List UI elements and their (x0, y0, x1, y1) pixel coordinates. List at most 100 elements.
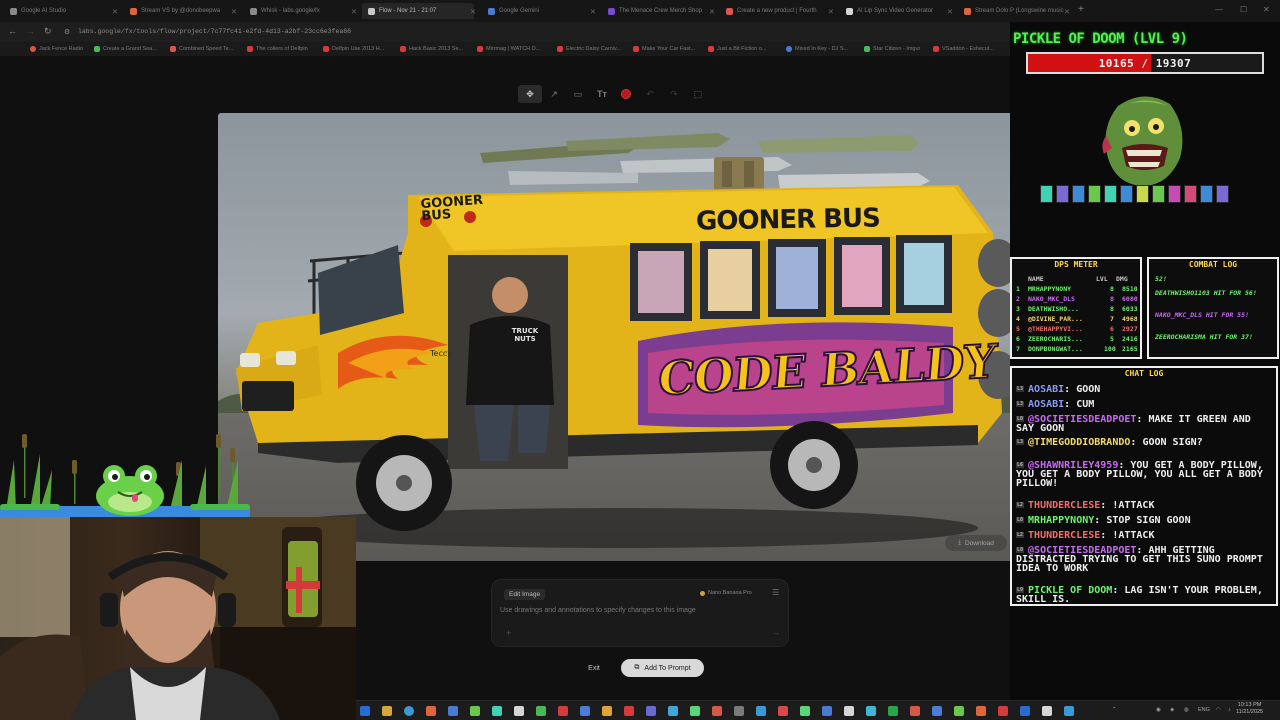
new-tab-icon[interactable]: + (1078, 4, 1084, 15)
taskbar-app-icon[interactable] (514, 706, 524, 716)
bookmark[interactable]: The coilers of Delfpin (247, 46, 308, 52)
close-icon[interactable]: ✕ (112, 8, 118, 16)
bookmark[interactable]: Electric Daisy Carniv... (557, 46, 621, 52)
language-indicator[interactable]: ENG (1198, 707, 1210, 713)
taskbar-app-icon[interactable] (448, 706, 458, 716)
crop-tool-button[interactable]: ⬚ (686, 85, 710, 103)
add-icon[interactable]: + (506, 628, 511, 638)
tray-app-icon[interactable]: ◍ (1184, 707, 1189, 713)
select-tool-button[interactable]: ✥ (518, 85, 542, 103)
minimize-icon[interactable]: — (1215, 5, 1223, 14)
text-tool-button[interactable]: Tт (590, 85, 614, 103)
generated-image[interactable]: GOONER BUS GOONER BUS CODE BALDY TRUCK N… (218, 113, 1020, 561)
taskbar-app-icon[interactable] (800, 706, 810, 716)
settings-sliders-icon[interactable]: ☰ (772, 588, 779, 597)
taskbar-app-icon[interactable] (646, 706, 656, 716)
taskbar-app-icon[interactable] (404, 706, 414, 716)
bookmark-favicon-icon (94, 46, 100, 52)
close-icon[interactable]: ✕ (351, 8, 357, 16)
download-button[interactable]: ⤓ Download (945, 535, 1007, 551)
taskbar-app-icon[interactable] (492, 706, 502, 716)
close-icon[interactable]: ✕ (947, 8, 953, 16)
bookmark[interactable]: Make Your Car Fast... (633, 46, 695, 52)
taskbar-app-icon[interactable] (1064, 706, 1074, 716)
edit-image-tab[interactable]: Edit Image (504, 589, 546, 600)
start-icon[interactable] (360, 706, 370, 716)
close-icon[interactable]: ✕ (1064, 8, 1070, 16)
taskbar-app-icon[interactable] (712, 706, 722, 716)
browser-tab[interactable]: Stream Dolo P (Longswine music (958, 3, 1068, 19)
taskbar-app-icon[interactable] (866, 706, 876, 716)
edit-prompt-input[interactable]: Use drawings and annotations to specify … (500, 607, 696, 614)
taskbar-app-icon[interactable] (536, 706, 546, 716)
bookmark[interactable]: Combined Speed Te... (170, 46, 233, 52)
taskbar-app-icon[interactable] (976, 706, 986, 716)
color-picker-button[interactable] (614, 85, 638, 103)
taskbar-app-icon[interactable] (1020, 706, 1030, 716)
bookmark[interactable]: Star Citizen - Imgur (864, 46, 920, 52)
tray-app-icon[interactable]: ◉ (1156, 707, 1161, 713)
bookmark[interactable]: Mixed In Key - DJ S... (786, 46, 848, 52)
add-to-prompt-button[interactable]: ⧉ Add To Prompt (621, 659, 704, 677)
send-arrow-icon[interactable]: → (772, 628, 780, 637)
taskbar-app-icon[interactable] (822, 706, 832, 716)
bookmark[interactable]: Just a Bit Fiction o... (708, 46, 767, 52)
bookmark[interactable]: Create a Grand Sea... (94, 46, 157, 52)
tray-chevron-icon[interactable]: ⌃ (1112, 707, 1117, 713)
taskbar-app-icon[interactable] (954, 706, 964, 716)
close-icon[interactable]: ✕ (709, 8, 715, 16)
close-window-icon[interactable]: ✕ (1263, 5, 1270, 14)
browser-tab-active[interactable]: Flow - Nov 21 - 21:07 (362, 3, 474, 19)
bookmark[interactable]: Hack Basic 2013 Se... (400, 46, 463, 52)
taskbar-app-icon[interactable] (470, 706, 480, 716)
taskbar-app-icon[interactable] (668, 706, 678, 716)
taskbar-app-icon[interactable] (580, 706, 590, 716)
close-icon[interactable]: ✕ (590, 8, 596, 16)
volume-icon[interactable]: ♪ (1228, 707, 1231, 713)
taskbar-app-icon[interactable] (558, 706, 568, 716)
browser-tab[interactable]: Google AI Studio (4, 3, 116, 19)
taskbar-app-icon[interactable] (382, 706, 392, 716)
close-icon[interactable]: ✕ (231, 8, 237, 16)
taskbar-app-icon[interactable] (602, 706, 612, 716)
arrow-tool-button[interactable]: ↗ (542, 85, 566, 103)
bookmark[interactable]: Delfpin Use 2013 H... (323, 46, 384, 52)
taskbar-app-icon[interactable] (888, 706, 898, 716)
close-icon[interactable]: ✕ (470, 8, 476, 16)
taskbar-app-icon[interactable] (932, 706, 942, 716)
browser-tab[interactable]: Create a new product | Fourth (720, 3, 830, 19)
exit-button[interactable]: Exit (580, 660, 608, 676)
browser-tab[interactable]: Google Gemini (482, 3, 592, 19)
browser-tab[interactable]: The Menace Crew Merch Shop (602, 3, 712, 19)
maximize-icon[interactable]: ☐ (1240, 5, 1247, 14)
undo-button[interactable]: ↶ (638, 85, 662, 103)
reload-icon[interactable]: ↻ (44, 26, 52, 37)
tray-app-icon[interactable]: ◈ (1170, 707, 1174, 713)
model-selector[interactable]: Nano Banana Pro (700, 590, 752, 596)
url-field[interactable]: labs.google/fx/tools/flow/project/7c77fc… (78, 28, 351, 35)
site-info-icon[interactable]: ⚙ (64, 28, 70, 36)
bookmark[interactable]: VSaddon - Eshecut... (933, 46, 994, 52)
close-icon[interactable]: ✕ (828, 8, 834, 16)
browser-tab[interactable]: Whisk - labs.google/fx (244, 3, 350, 19)
taskbar-clock[interactable]: 10:13 PM 11/21/2025 (1236, 702, 1263, 716)
forward-icon[interactable]: → (26, 26, 35, 36)
browser-tab[interactable]: AI Lip Sync Video Generator (840, 3, 952, 19)
wifi-icon[interactable]: ◠ (1216, 707, 1221, 713)
taskbar-app-icon[interactable] (844, 706, 854, 716)
browser-tab[interactable]: Stream VS by @donobeepwa (124, 3, 230, 19)
taskbar-app-icon[interactable] (734, 706, 744, 716)
taskbar-app-icon[interactable] (756, 706, 766, 716)
bookmark[interactable]: Jack Fence Radio (30, 46, 83, 52)
redo-button[interactable]: ↷ (662, 85, 686, 103)
taskbar-app-icon[interactable] (624, 706, 634, 716)
taskbar-app-icon[interactable] (690, 706, 700, 716)
back-icon[interactable]: ← (8, 26, 17, 36)
taskbar-app-icon[interactable] (778, 706, 788, 716)
taskbar-app-icon[interactable] (910, 706, 920, 716)
taskbar-app-icon[interactable] (426, 706, 436, 716)
bookmark[interactable]: Mirrmag | WATCH D... (477, 46, 540, 52)
taskbar-app-icon[interactable] (998, 706, 1008, 716)
rectangle-tool-button[interactable]: ▭ (566, 85, 590, 103)
taskbar-app-icon[interactable] (1042, 706, 1052, 716)
